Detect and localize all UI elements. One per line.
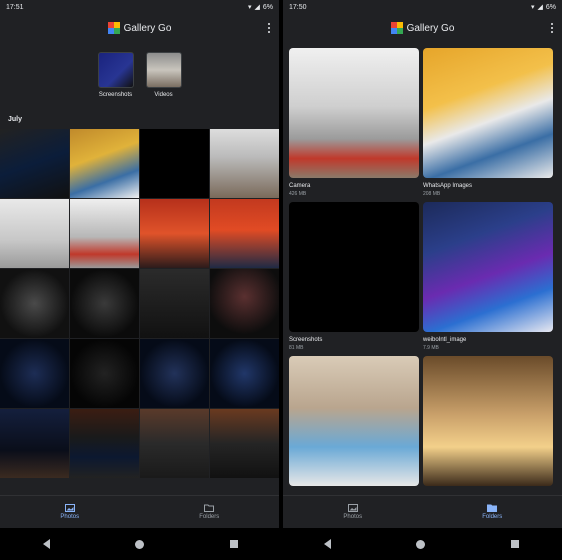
photo-thumbnail[interactable] (140, 269, 209, 338)
signal-icon: ◢ (254, 4, 260, 11)
folder-partial-2[interactable] (423, 356, 553, 486)
photo-thumbnail[interactable] (210, 129, 279, 198)
photo-thumbnail[interactable] (0, 199, 69, 268)
folder-icon (204, 504, 215, 512)
folder-size: 208 MB (423, 191, 441, 197)
app-title: Gallery Go (406, 22, 455, 34)
gallery-go-logo-icon (390, 22, 403, 34)
photo-thumbnail[interactable] (70, 129, 139, 198)
status-time: 17:50 (289, 3, 307, 11)
folder-size: 426 MB (289, 191, 307, 197)
folder-screenshots[interactable]: Screenshots 81 MB (289, 202, 419, 351)
nav-photos[interactable]: Photos (283, 496, 423, 528)
home-icon[interactable] (416, 539, 426, 549)
bottom-navigation: Photos Folders (0, 495, 279, 528)
status-bar: 17:51 ▾ ◢ 6% (0, 0, 279, 14)
nav-photos[interactable]: Photos (0, 496, 140, 528)
folder-partial-1[interactable] (289, 356, 419, 486)
folder-grid: Camera 426 MB WhatsApp Images 208 MB Scr… (283, 42, 562, 486)
photo-thumbnail[interactable] (0, 339, 69, 408)
photos-icon (64, 504, 75, 512)
app-bar: Gallery Go (283, 14, 562, 42)
battery-text: 6% (262, 3, 273, 11)
nav-photos-label: Photos (60, 514, 80, 520)
photo-thumbnail[interactable] (70, 409, 139, 478)
photo-thumbnail[interactable] (140, 409, 209, 478)
section-header-month: July (8, 116, 23, 123)
status-icons: ▾ ◢ 6% (247, 3, 273, 12)
screenshots-tile[interactable]: Screenshots (97, 52, 134, 98)
folder-thumb (423, 202, 553, 332)
photo-thumbnail[interactable] (70, 199, 139, 268)
photo-thumbnail[interactable] (0, 409, 69, 478)
folder-size: 81 MB (289, 345, 304, 351)
photo-thumbnail[interactable] (210, 339, 279, 408)
nav-photos-label: Photos (343, 514, 363, 520)
back-icon[interactable] (323, 539, 331, 549)
overflow-menu-icon[interactable] (268, 23, 271, 33)
photo-thumbnail[interactable] (140, 339, 209, 408)
quick-folders: Screenshots Videos (0, 52, 279, 98)
gallery-go-logo-icon (107, 22, 120, 34)
left-system-nav (0, 539, 281, 549)
system-navigation-bar (0, 528, 562, 560)
home-icon[interactable] (135, 539, 145, 549)
folder-thumb (289, 48, 419, 178)
folder-icon (487, 504, 498, 512)
photo-grid (0, 129, 279, 478)
nav-folders-label: Folders (199, 514, 220, 520)
photo-thumbnail[interactable] (210, 409, 279, 478)
status-time: 17:51 (6, 3, 24, 11)
photos-screen: 17:51 ▾ ◢ 6% Gallery Go Screenshots Vide… (0, 0, 279, 528)
folder-thumb (289, 202, 419, 332)
photo-thumbnail[interactable] (70, 269, 139, 338)
folder-size: 7.9 MB (423, 345, 439, 351)
bottom-navigation: Photos Folders (283, 495, 562, 528)
back-icon[interactable] (42, 539, 50, 549)
right-system-nav (281, 539, 562, 549)
folder-name: Screenshots (289, 337, 323, 343)
photo-thumbnail[interactable] (70, 339, 139, 408)
signal-icon: ◢ (537, 4, 543, 11)
recents-icon[interactable] (230, 540, 239, 548)
nav-folders-label: Folders (482, 514, 503, 520)
folder-camera[interactable]: Camera 426 MB (289, 48, 419, 197)
photo-thumbnail[interactable] (0, 129, 69, 198)
folders-screen: 17:50 ▾ ◢ 6% Gallery Go Camera 426 MB Wh… (283, 0, 562, 528)
recents-icon[interactable] (511, 540, 520, 548)
status-icons: ▾ ◢ 6% (530, 3, 556, 12)
folder-thumb (289, 356, 419, 486)
wifi-icon: ▾ (530, 4, 535, 11)
battery-text: 6% (545, 3, 556, 11)
folder-thumb (423, 356, 553, 486)
screenshots-tile-label: Screenshots (98, 92, 133, 98)
wifi-icon: ▾ (247, 4, 252, 11)
photos-icon (347, 504, 358, 512)
photo-thumbnail[interactable] (140, 129, 209, 198)
photo-thumbnail[interactable] (210, 199, 279, 268)
folder-weiboIntl-image[interactable]: weiboIntl_image 7.9 MB (423, 202, 553, 351)
screenshots-thumb (97, 52, 134, 88)
folder-name: weiboIntl_image (423, 337, 467, 343)
folder-name: Camera (289, 183, 311, 189)
nav-folders[interactable]: Folders (423, 496, 562, 528)
videos-tile-label: Videos (154, 92, 173, 98)
status-bar: 17:50 ▾ ◢ 6% (283, 0, 562, 14)
folder-name: WhatsApp Images (423, 183, 473, 189)
app-bar: Gallery Go (0, 14, 279, 42)
app-title: Gallery Go (123, 22, 172, 34)
videos-thumb (145, 52, 182, 88)
folder-thumb (423, 48, 553, 178)
videos-tile[interactable]: Videos (145, 52, 182, 98)
photo-thumbnail[interactable] (140, 199, 209, 268)
overflow-menu-icon[interactable] (551, 23, 554, 33)
photo-thumbnail[interactable] (210, 269, 279, 338)
folder-whatsapp-images[interactable]: WhatsApp Images 208 MB (423, 48, 553, 197)
nav-folders[interactable]: Folders (140, 496, 280, 528)
photo-thumbnail[interactable] (0, 269, 69, 338)
